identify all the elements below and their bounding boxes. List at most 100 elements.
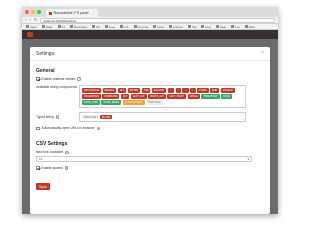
close-window-icon[interactable] <box>25 10 29 14</box>
bookmark-label: Docs <box>157 24 165 29</box>
bookmark-item[interactable]: List <box>230 24 240 29</box>
component-chip[interactable]: BACKSPACE <box>82 88 102 93</box>
folder-icon <box>41 25 45 28</box>
component-chip[interactable]: DELETE <box>102 88 117 93</box>
chevron-down-icon: ▾ <box>247 156 249 161</box>
bookmark-item[interactable]: Barcodes <box>70 25 87 29</box>
component-chip[interactable]: LEFT_SHIFT <box>167 94 187 99</box>
realtime-label: Enable realtime stream <box>41 77 76 81</box>
component-chip[interactable]: → <box>182 88 189 93</box>
component-chip[interactable]: CUSTOM TEXT <box>122 100 145 105</box>
forward-icon[interactable]: › <box>29 18 30 22</box>
settings-modal: Settings × General Enable realtime strea… <box>30 47 270 214</box>
folder-icon <box>104 25 108 28</box>
help-icon[interactable]: ? <box>77 77 81 81</box>
bookmark-item[interactable]: Gear <box>104 25 115 29</box>
reload-icon[interactable]: ↻ <box>34 18 37 22</box>
folder-icon <box>244 25 248 28</box>
close-icon[interactable]: × <box>261 51 264 56</box>
component-chip[interactable]: ESCAPE <box>151 88 167 93</box>
app-header <box>22 30 278 39</box>
modal-title: Settings <box>36 50 55 57</box>
folder-icon <box>201 25 205 28</box>
component-chip[interactable]: ENTER <box>127 88 141 93</box>
general-heading: General <box>36 68 55 74</box>
bookmark-label: FS <box>95 24 100 29</box>
auto-open-row: Automatically open URLs in browser ? <box>36 126 264 130</box>
bookmark-item[interactable]: Apps <box>26 25 37 29</box>
typed-component-chip[interactable]: BARCODE <box>82 114 99 120</box>
typed-string-field[interactable]: BARCODE ENTER <box>79 111 246 123</box>
app-logo-icon[interactable] <box>27 32 33 37</box>
component-chip[interactable]: SPACE <box>187 94 200 99</box>
component-chip[interactable]: DATE_TIME <box>82 100 100 105</box>
bookmark-item[interactable]: CA <box>120 24 129 29</box>
folder-icon <box>230 25 234 28</box>
bookmark-item[interactable]: AT <box>57 25 65 29</box>
component-chip[interactable]: ← <box>167 88 175 93</box>
url-field[interactable]: localhost:3000/#/settings <box>40 17 275 23</box>
folder-icon <box>26 25 29 28</box>
bookmark-item[interactable]: Kitchen <box>169 25 183 29</box>
component-chip[interactable]: ALT <box>120 94 130 99</box>
bookmark-item[interactable]: Chrome <box>133 25 148 29</box>
component-chip[interactable]: BARCODE <box>146 100 163 105</box>
quotes-label: Enable quotes <box>41 165 63 170</box>
help-icon[interactable]: ? <box>55 115 60 119</box>
component-chip[interactable]: ALT <box>117 88 127 93</box>
help-icon[interactable]: ? <box>64 166 69 170</box>
component-chip[interactable]: ↑ <box>175 88 181 93</box>
maximize-window-icon[interactable] <box>37 10 41 14</box>
bookmark-item[interactable]: Daily <box>41 25 53 29</box>
component-chip[interactable]: TAB <box>141 88 151 93</box>
components-list: BACKSPACE DELETE ALT ENTER TAB ESCAPE ← ↑ → ↓ HOME… <box>79 85 246 108</box>
typed-component-chip[interactable]: ENTER <box>99 114 113 120</box>
components-label: Available string components <box>36 85 78 89</box>
bookmark-item[interactable]: SQ <box>188 25 196 29</box>
bookmark-item[interactable]: Docs <box>153 25 164 29</box>
component-chip[interactable]: COMMAND <box>102 94 120 99</box>
bookmark-label: List <box>234 24 240 29</box>
typed-label: Typed string <box>36 115 54 120</box>
minimize-window-icon[interactable] <box>31 10 35 14</box>
quotes-checkbox[interactable] <box>36 166 40 170</box>
component-chip[interactable]: RIGHT_ALT <box>148 94 166 99</box>
bookmark-item[interactable]: Help <box>215 24 226 29</box>
newline-value: LF <box>39 156 43 161</box>
bookmark-item[interactable]: Misc <box>244 25 255 29</box>
quotes-row: Enable quotes ? <box>36 166 264 170</box>
component-chip[interactable]: PAGEDOWN <box>82 94 101 99</box>
component-chip[interactable]: TIMESTAMP <box>201 94 220 99</box>
window-controls <box>25 10 41 14</box>
component-chip[interactable]: DATE <box>221 94 232 99</box>
browser-window: Barcodeline: FS panel ‹ › ↻ localhost:30… <box>22 7 278 214</box>
component-chip[interactable]: LEFT_ALT <box>130 94 147 99</box>
bookmark-label: CA <box>124 24 129 29</box>
tab-title: Barcodeline: FS panel <box>54 11 89 15</box>
component-chip[interactable]: PAGEUP <box>220 88 236 93</box>
folder-icon <box>133 25 137 28</box>
help-icon[interactable]: ? <box>65 150 69 154</box>
realtime-row: Enable realtime stream ? <box>36 77 264 81</box>
auto-open-label: Automatically open URLs in browser <box>41 126 95 131</box>
save-button[interactable]: Save <box>36 183 50 191</box>
components-label-wrap: Available string components ? <box>36 85 83 108</box>
realtime-checkbox[interactable] <box>36 77 40 81</box>
back-icon[interactable]: ‹ <box>25 18 26 22</box>
typed-label-wrap: Typed string ? <box>36 115 76 119</box>
components-row: Available string components ? BACKSPACED… <box>36 85 264 108</box>
folder-icon <box>120 25 124 28</box>
component-chip[interactable]: ↓ <box>190 88 196 93</box>
component-chip[interactable]: SCAN_INDEX <box>101 100 122 105</box>
browser-tab[interactable]: Barcodeline: FS panel <box>46 9 98 17</box>
component-chip[interactable]: END <box>210 88 220 93</box>
auto-open-checkbox[interactable] <box>36 126 40 131</box>
bookmark-item[interactable]: Eng <box>201 25 211 29</box>
bookmark-label: Barcodes <box>74 24 87 29</box>
help-icon[interactable]: ? <box>96 126 101 130</box>
component-chip[interactable]: HOME <box>197 88 209 93</box>
folder-icon <box>57 25 61 28</box>
newline-select[interactable]: LF ▾ <box>36 155 252 162</box>
bookmark-item[interactable]: FS <box>91 24 100 29</box>
bookmark-label: Help <box>219 24 226 29</box>
